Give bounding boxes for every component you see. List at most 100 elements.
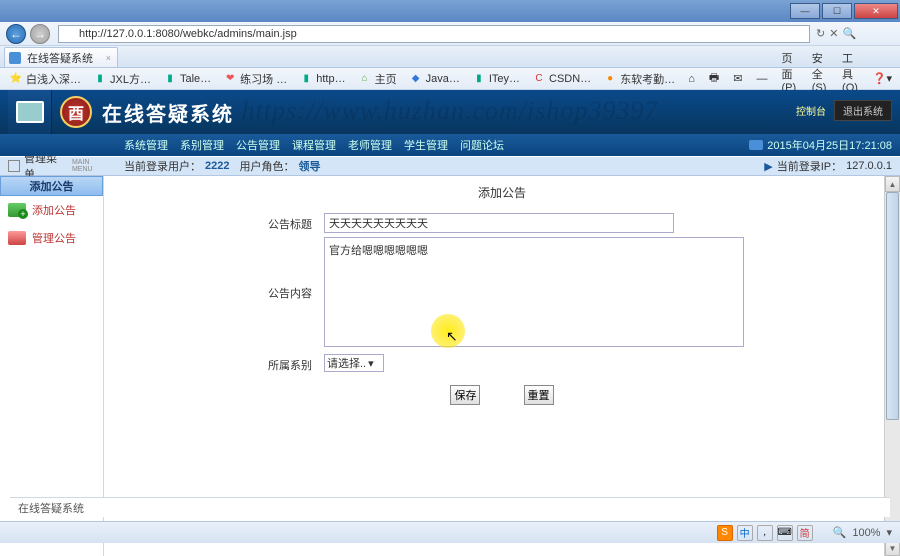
bookmark-icon: C <box>532 72 546 86</box>
nav-forward-button[interactable]: → <box>28 24 52 44</box>
bookmark-item-7[interactable]: ▮ITey… <box>467 72 525 86</box>
sidebar-item-icon <box>8 231 26 245</box>
chevron-down-icon: ▾ <box>886 526 892 539</box>
bookmark-icon: ▮ <box>163 72 177 86</box>
url-input[interactable] <box>58 25 810 43</box>
scroll-up-icon[interactable]: ▲ <box>885 176 900 192</box>
ip-value: 127.0.0.1 <box>846 160 892 172</box>
sidebar-header-sub: MAIN MENU <box>72 159 112 173</box>
app-title: 在线答疑系统 <box>102 98 234 127</box>
bookmark-item-1[interactable]: ▮JXL方… <box>88 71 156 87</box>
ime-box-2[interactable]: , <box>757 525 773 541</box>
ime-box-4[interactable]: 简 <box>797 525 813 541</box>
bookmark-item-4[interactable]: ▮http… <box>294 72 350 86</box>
sidebar-item-0[interactable]: 添加公告 <box>0 196 103 224</box>
app-logo-icon: 酉 <box>60 96 92 128</box>
bookmark-icon: ● <box>603 72 617 86</box>
nav-item-1[interactable]: 系别管理 <box>176 137 228 153</box>
tab-favicon-icon <box>9 52 21 64</box>
window-titlebar: — ☐ ✕ <box>0 0 900 22</box>
stop-icon[interactable]: ✕ <box>829 27 838 40</box>
tab-main[interactable]: 在线答疑系统 × <box>4 47 118 67</box>
sidebar-item-label: 管理公告 <box>32 230 76 246</box>
ime-box-1[interactable]: 中 <box>737 525 753 541</box>
forward-icon: → <box>30 24 50 44</box>
app-header: 酉 在线答疑系统 控制台 退出系统 <box>0 90 900 134</box>
sidebar-item-icon <box>8 203 26 217</box>
nav-item-4[interactable]: 老师管理 <box>344 137 396 153</box>
input-subject[interactable] <box>324 213 674 233</box>
nav-item-5[interactable]: 学生管理 <box>400 137 452 153</box>
form-title: 添加公告 <box>104 176 900 209</box>
refresh-icon[interactable]: ↻ <box>816 27 825 40</box>
nav-item-0[interactable]: 系统管理 <box>120 137 172 153</box>
nav-back-button[interactable]: ← <box>4 24 28 44</box>
bookmark-label: 练习场 … <box>240 71 287 87</box>
ime-box-3[interactable]: ⌨ <box>777 525 793 541</box>
back-icon: ← <box>6 24 26 44</box>
ime-box-0[interactable]: S <box>717 525 733 541</box>
zoom-control[interactable]: 🔍 100% ▾ <box>833 526 892 539</box>
chevron-down-icon: ▾ <box>368 357 374 370</box>
ip-prefix: 当前登录IP： <box>777 158 842 174</box>
bookmark-icon: ◆ <box>409 72 423 86</box>
window-maximize-button[interactable]: ☐ <box>822 3 852 19</box>
label-subject: 公告标题 <box>104 213 324 232</box>
menu-dropdown-3[interactable]: ❓▾ <box>869 72 896 85</box>
calendar-icon <box>749 140 763 150</box>
scroll-thumb[interactable] <box>886 192 899 420</box>
window-minimize-button[interactable]: — <box>790 3 820 19</box>
bookmark-label: 东软考勤… <box>620 71 675 87</box>
bookmark-icon: ⭐ <box>9 72 23 86</box>
sidebar-active-section[interactable]: 添加公告 <box>0 176 103 196</box>
role-value: 领导 <box>298 158 320 174</box>
toolbar-icon-3[interactable]: — <box>752 73 771 85</box>
bookmark-label: 主页 <box>375 71 397 87</box>
bookmark-label: JXL方… <box>110 71 151 87</box>
tab-title: 在线答疑系统 <box>27 50 93 66</box>
save-button[interactable]: 保存 <box>450 385 480 405</box>
logout-button[interactable]: 退出系统 <box>834 100 892 121</box>
toolbar-icon-2[interactable]: ✉ <box>729 72 746 85</box>
bookmark-label: Java… <box>426 73 460 85</box>
window-close-button[interactable]: ✕ <box>854 3 898 19</box>
bookmark-icon: ▮ <box>472 72 486 86</box>
bookmarks-bar: ⭐白浅入深…▮JXL方…▮Tale…❤练习场 …▮http…⌂主页◆Java…▮… <box>0 68 900 90</box>
bookmark-icon: ❤ <box>223 72 237 86</box>
select-department-value: 请选择.. <box>327 355 366 371</box>
select-department[interactable]: 请选择.. ▾ <box>324 354 384 372</box>
menu-icon <box>8 160 20 172</box>
textarea-content[interactable]: 官方给嗯嗯嗯嗯嗯嗯 <box>324 237 744 347</box>
bookmark-icon: ⌂ <box>358 72 372 86</box>
monitor-icon <box>16 101 44 123</box>
sidebar-item-1[interactable]: 管理公告 <box>0 224 103 252</box>
label-department: 所属系别 <box>104 354 324 373</box>
bookmark-item-5[interactable]: ⌂主页 <box>353 71 402 87</box>
sidebar-item-label: 添加公告 <box>32 202 76 218</box>
url-input-wrap <box>58 25 810 43</box>
footer-text: 在线答疑系统 <box>18 500 84 516</box>
bookmark-item-6[interactable]: ◆Java… <box>404 72 465 86</box>
search-icon[interactable]: 🔍 <box>842 27 856 40</box>
tab-close-icon[interactable]: × <box>106 53 111 63</box>
toolbar-icon-1[interactable]: 🖶 <box>705 69 723 88</box>
nav-item-6[interactable]: 问题论坛 <box>456 137 508 153</box>
bookmark-item-8[interactable]: CCSDN… <box>527 72 596 86</box>
url-action-icons: ↻ ✕ 🔍 <box>816 27 896 40</box>
nav-item-3[interactable]: 课程管理 <box>288 137 340 153</box>
zoom-icon: 🔍 <box>833 526 847 539</box>
reset-button[interactable]: 重置 <box>524 385 554 405</box>
bookmark-icon: ▮ <box>93 72 107 86</box>
browser-statusbar: S中,⌨简 🔍 100% ▾ <box>0 521 900 543</box>
timestamp-text: 2015年04月25日17:21:08 <box>767 137 892 153</box>
info-bar: 管理菜单 MAIN MENU 当前登录用户： 2222 用户角色： 领导 ▶ 当… <box>0 156 900 176</box>
bookmark-icon: ▮ <box>299 72 313 86</box>
bookmark-item-3[interactable]: ❤练习场 … <box>218 71 292 87</box>
bookmark-item-9[interactable]: ●东软考勤… <box>598 71 680 87</box>
bookmark-item-2[interactable]: ▮Tale… <box>158 72 216 86</box>
nav-item-2[interactable]: 公告管理 <box>232 137 284 153</box>
arrow-icon: ▶ <box>764 160 772 173</box>
bookmark-label: ITey… <box>489 73 520 85</box>
bookmark-item-0[interactable]: ⭐白浅入深… <box>4 71 86 87</box>
toolbar-icon-0[interactable]: ⌂ <box>684 73 699 85</box>
